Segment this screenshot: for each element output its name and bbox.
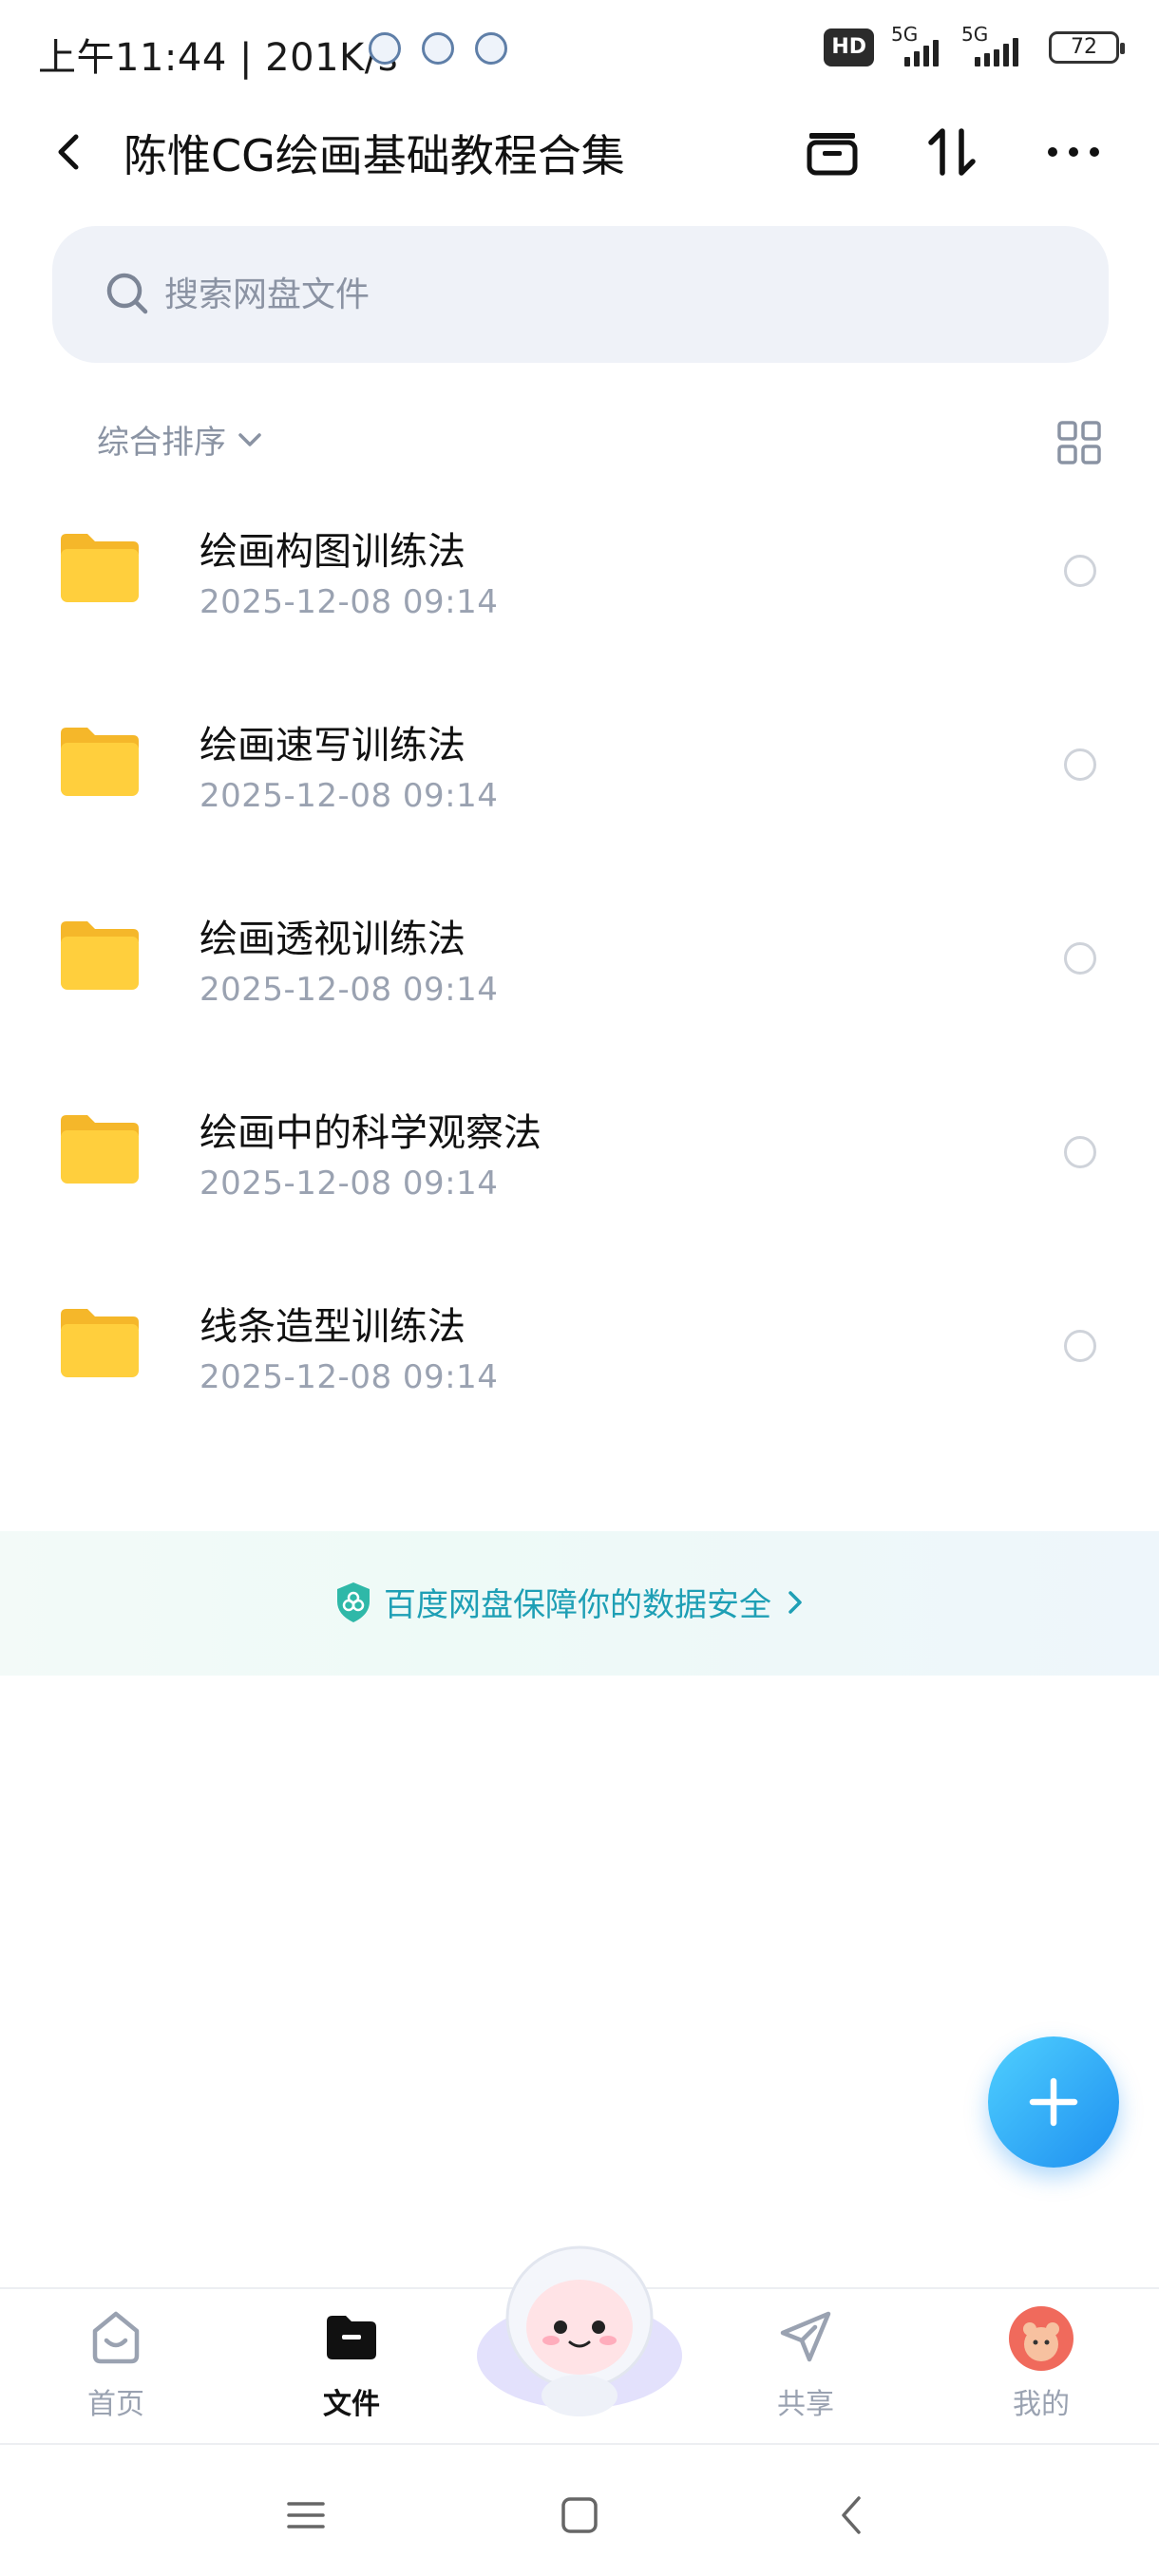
add-button[interactable] [988, 2036, 1119, 2168]
chevron-right-icon [788, 1590, 802, 1614]
nav-share[interactable]: 共享 [749, 2306, 863, 2422]
nav-profile-label: 我的 [1013, 2388, 1070, 2421]
shield-icon [337, 1582, 370, 1622]
back-button[interactable] [44, 125, 97, 179]
sort-arrows-icon [928, 128, 976, 176]
select-checkbox[interactable] [1064, 748, 1096, 781]
file-name: 线条造型训练法 [200, 1305, 466, 1349]
file-date: 2025-12-08 09:14 [200, 777, 499, 815]
sort-dropdown[interactable]: 综合排序 [97, 416, 266, 463]
file-date: 2025-12-08 09:14 [200, 1165, 499, 1203]
mascot-icon [477, 2245, 682, 2416]
signal-icon: 5G [891, 23, 944, 66]
folder-icon [61, 921, 139, 990]
file-name: 绘画速写训练法 [200, 724, 466, 767]
search-input[interactable] [164, 264, 1019, 325]
notification-icon [422, 32, 454, 65]
folder-icon [61, 534, 139, 602]
file-name: 绘画中的科学观察法 [200, 1111, 542, 1155]
more-button[interactable] [1041, 120, 1106, 184]
avatar-icon [1023, 2322, 1059, 2361]
nav-home-label: 首页 [87, 2388, 144, 2421]
file-row[interactable]: 绘画透视训练法 2025-12-08 09:14 [0, 876, 1159, 1070]
home-icon [92, 2311, 140, 2364]
select-checkbox[interactable] [1064, 1330, 1096, 1362]
security-banner[interactable]: 百度网盘保障你的数据安全 [0, 1531, 1159, 1676]
file-list: 绘画构图训练法 2025-12-08 09:14 绘画速写训练法 2025-12… [0, 488, 1159, 1457]
folder-icon [61, 1309, 139, 1377]
search-icon [106, 273, 148, 314]
file-row[interactable]: 绘画构图训练法 2025-12-08 09:14 [0, 488, 1159, 682]
search-bar[interactable] [52, 226, 1109, 363]
chevron-down-icon [238, 432, 261, 446]
grid-view-button[interactable] [1054, 418, 1104, 467]
file-date: 2025-12-08 09:14 [200, 583, 499, 621]
bottom-nav: 首页 文件 共享 我的 [0, 2245, 1159, 2441]
nav-share-label: 共享 [777, 2388, 834, 2421]
notification-icon [369, 32, 401, 65]
mascot-button[interactable] [475, 2232, 684, 2422]
file-name: 绘画构图训练法 [200, 530, 466, 574]
home-square-icon[interactable] [557, 2492, 602, 2538]
hd-voice-badge: HD [824, 28, 874, 66]
select-checkbox[interactable] [1064, 1136, 1096, 1168]
share-icon [780, 2311, 831, 2362]
avatar [1009, 2306, 1074, 2371]
page-title: 陈惟CG绘画基础教程合集 [124, 130, 625, 181]
nav-profile[interactable]: 我的 [984, 2306, 1098, 2422]
notification-icons [369, 32, 507, 65]
battery-icon: 72 [1049, 31, 1125, 64]
back-triangle-icon[interactable] [830, 2492, 876, 2538]
file-row[interactable]: 绘画速写训练法 2025-12-08 09:14 [0, 682, 1159, 876]
sort-row: 综合排序 [0, 410, 1159, 471]
security-banner-text: 百度网盘保障你的数据安全 [384, 1586, 771, 1624]
select-checkbox[interactable] [1064, 942, 1096, 975]
nav-files-label: 文件 [323, 2388, 380, 2421]
sort-label: 综合排序 [97, 424, 226, 462]
select-checkbox[interactable] [1064, 555, 1096, 587]
file-name: 绘画透视训练法 [200, 918, 466, 961]
more-icon [1048, 147, 1099, 157]
plus-icon [1029, 2077, 1078, 2127]
nav-home[interactable]: 首页 [59, 2306, 173, 2422]
file-row[interactable]: 绘画中的科学观察法 2025-12-08 09:14 [0, 1070, 1159, 1263]
top-bar: 陈惟CG绘画基础教程合集 [0, 104, 1159, 199]
status-time: 上午11:44 | 201K/s [38, 36, 399, 80]
status-bar: 上午11:44 | 201K/s HD 5G 5G 72 [0, 0, 1159, 104]
menu-icon[interactable] [283, 2492, 329, 2538]
folder-icon [327, 2316, 376, 2359]
file-date: 2025-12-08 09:14 [200, 971, 499, 1009]
chevron-left-icon [58, 134, 79, 170]
file-date: 2025-12-08 09:14 [200, 1358, 499, 1396]
archive-button[interactable] [800, 120, 864, 184]
folder-icon [61, 1115, 139, 1184]
system-nav-bar [0, 2443, 1159, 2576]
sort-order-button[interactable] [920, 120, 984, 184]
signal-icon: 5G [961, 23, 1032, 66]
nav-files[interactable]: 文件 [294, 2306, 408, 2422]
file-row[interactable]: 线条造型训练法 2025-12-08 09:14 [0, 1263, 1159, 1457]
notification-icon [475, 32, 507, 65]
archive-icon [807, 133, 858, 176]
grid-view-icon [1057, 421, 1101, 464]
folder-icon [61, 728, 139, 796]
